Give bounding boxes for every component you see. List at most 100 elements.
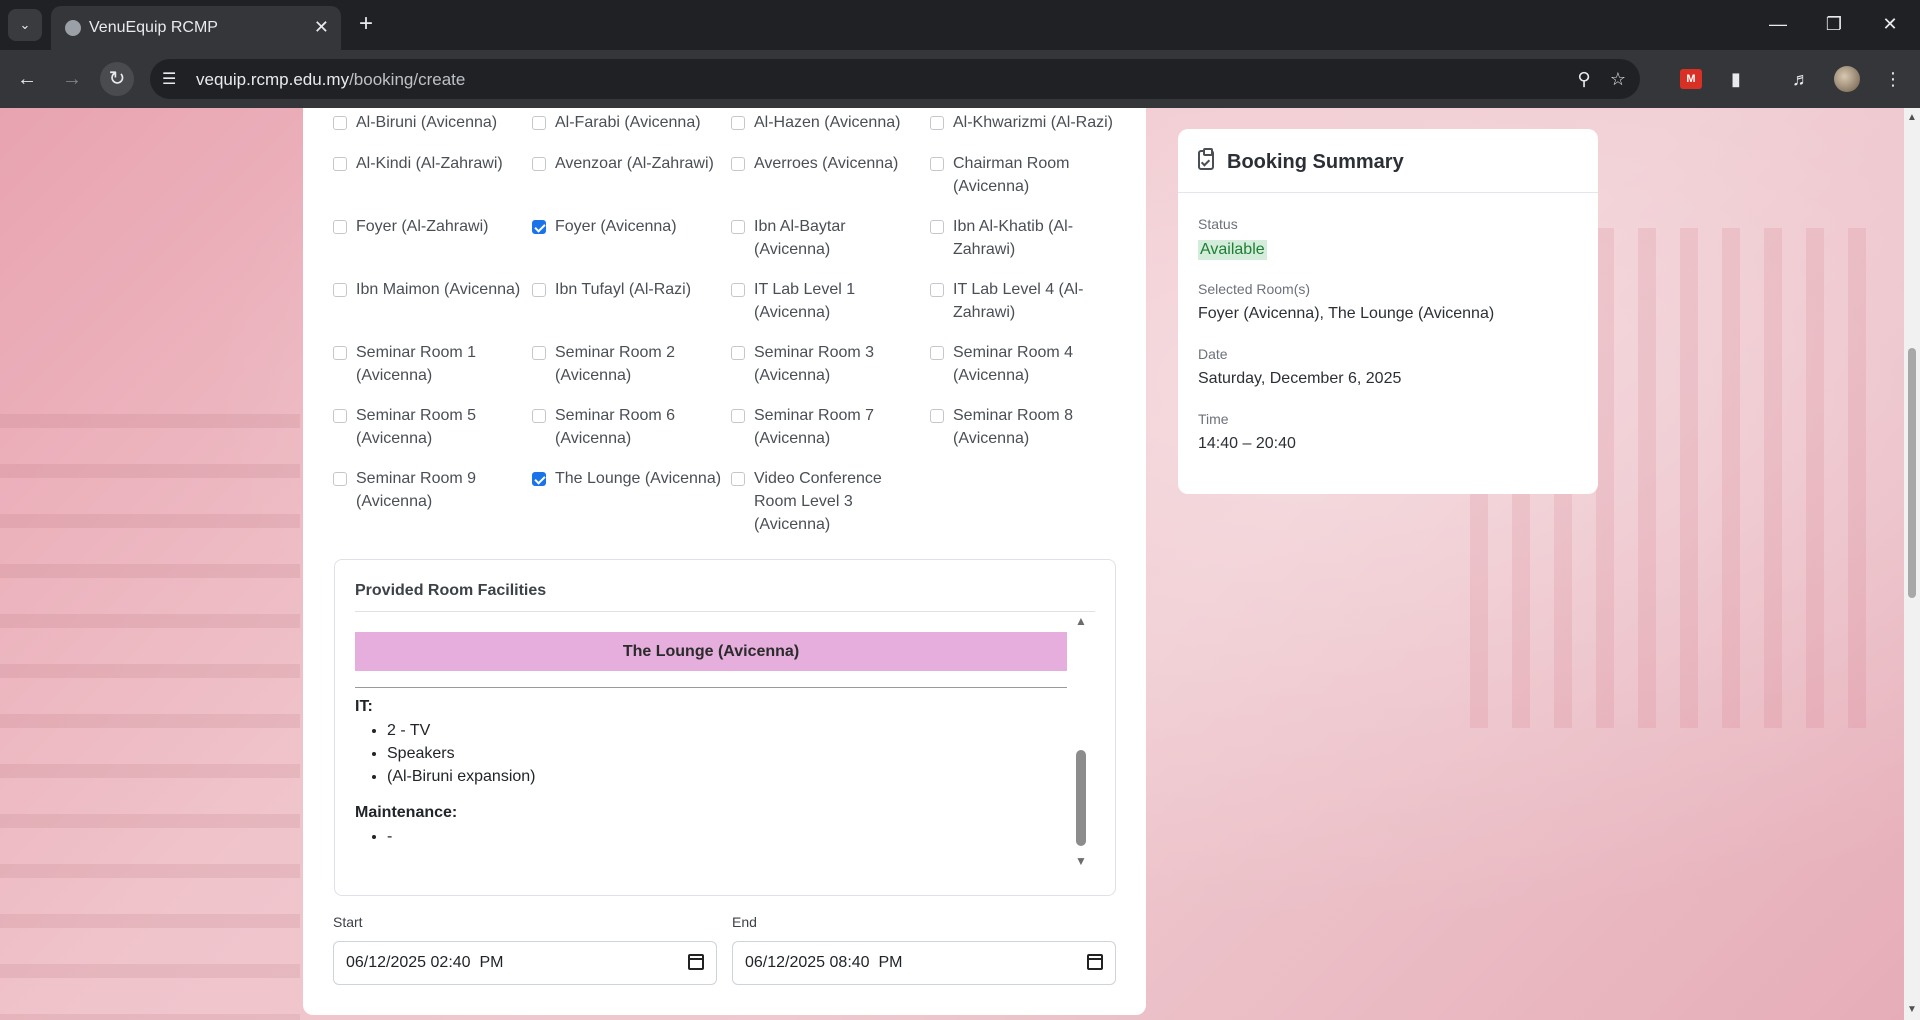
room-option[interactable]: Chairman Room (Avicenna) [930, 152, 1120, 198]
zoom-icon[interactable]: ⚲ [1572, 67, 1596, 91]
room-option[interactable]: Al-Khwarizmi (Al-Razi) [930, 111, 1120, 134]
site-info-icon[interactable]: ☰ [162, 69, 176, 89]
room-option[interactable]: Ibn Tufayl (Al-Razi) [532, 278, 722, 301]
room-option[interactable]: Seminar Room 1 (Avicenna) [333, 341, 523, 387]
time-label: Time [1198, 411, 1229, 427]
scroll-down-icon[interactable]: ▼ [1075, 854, 1087, 868]
start-datetime-input[interactable]: 06/12/2025 02:40 PM [333, 941, 717, 985]
room-checkbox[interactable] [930, 346, 944, 360]
scroll-down-icon[interactable]: ▼ [1907, 1004, 1917, 1015]
browser-tab-bar: ⌄ VenuEquip RCMP ✕ + — ❐ ✕ [0, 0, 1920, 50]
star-icon[interactable]: ☆ [1606, 67, 1630, 91]
room-option[interactable]: IT Lab Level 1 (Avicenna) [731, 278, 921, 324]
room-checkbox[interactable] [930, 409, 944, 423]
page-scrollbar[interactable]: ▲ ▼ [1904, 108, 1920, 1020]
room-option[interactable]: Video Conference Room Level 3 (Avicenna) [731, 467, 921, 536]
room-option[interactable]: Seminar Room 8 (Avicenna) [930, 404, 1120, 450]
room-checkbox[interactable] [532, 157, 546, 171]
start-datetime-value: 06/12/2025 02:40 PM [346, 954, 504, 971]
tab-list-icon[interactable]: ⌄ [8, 9, 42, 41]
room-option[interactable]: Seminar Room 5 (Avicenna) [333, 404, 523, 450]
extension-icon[interactable]: M [1680, 69, 1702, 89]
room-label: Al-Kindi (Al-Zahrawi) [356, 155, 503, 172]
room-checkbox[interactable] [930, 116, 944, 130]
room-checkbox[interactable] [930, 283, 944, 297]
scroll-up-icon[interactable]: ▲ [1907, 112, 1917, 123]
facilities-scroll-area[interactable]: The Lounge (Avicenna) IT: 2 - TV Speaker… [355, 620, 1067, 870]
room-checkbox[interactable] [532, 116, 546, 130]
room-checkbox[interactable] [532, 283, 546, 297]
room-option[interactable]: Avenzoar (Al-Zahrawi) [532, 152, 722, 175]
scroll-thumb[interactable] [1076, 750, 1086, 846]
reload-icon[interactable]: ↻ [100, 62, 134, 96]
room-checkbox[interactable] [930, 220, 944, 234]
room-checkbox[interactable] [731, 283, 745, 297]
room-option[interactable]: Seminar Room 6 (Avicenna) [532, 404, 722, 450]
room-checkbox[interactable] [333, 409, 347, 423]
room-checkbox[interactable] [731, 116, 745, 130]
room-option[interactable]: IT Lab Level 4 (Al-Zahrawi) [930, 278, 1120, 324]
media-icon[interactable]: ♬ [1788, 66, 1814, 92]
facilities-title: Provided Room Facilities [355, 582, 547, 599]
tab-title: VenuEquip RCMP [89, 19, 218, 36]
room-checkbox[interactable] [532, 472, 546, 486]
divider [355, 687, 1067, 688]
list-item: 2 - TV [387, 719, 536, 742]
browser-tab[interactable]: VenuEquip RCMP ✕ [51, 6, 341, 50]
room-checkbox[interactable] [333, 220, 347, 234]
room-option[interactable]: Al-Farabi (Avicenna) [532, 111, 722, 134]
room-checkbox[interactable] [333, 346, 347, 360]
room-checkbox[interactable] [731, 409, 745, 423]
room-option[interactable]: Al-Kindi (Al-Zahrawi) [333, 152, 523, 175]
scroll-up-icon[interactable]: ▲ [1075, 614, 1087, 628]
room-label: Seminar Room 7 (Avicenna) [754, 407, 875, 447]
back-icon[interactable]: ← [10, 62, 44, 96]
room-checkbox[interactable] [731, 157, 745, 171]
minimize-icon[interactable]: — [1758, 10, 1798, 38]
end-datetime-input[interactable]: 06/12/2025 08:40 PM [732, 941, 1116, 985]
room-option[interactable]: Averroes (Avicenna) [731, 152, 921, 175]
room-checkbox[interactable] [731, 472, 745, 486]
background-image [0, 408, 300, 1020]
room-checkbox[interactable] [333, 157, 347, 171]
room-checkbox[interactable] [532, 409, 546, 423]
room-checkbox[interactable] [333, 472, 347, 486]
plus-icon[interactable]: + [352, 10, 380, 38]
room-checkbox[interactable] [731, 220, 745, 234]
calendar-icon[interactable] [688, 954, 704, 970]
room-checkbox[interactable] [532, 346, 546, 360]
restore-icon[interactable]: ❐ [1814, 10, 1854, 38]
room-option[interactable]: Foyer (Al-Zahrawi) [333, 215, 523, 238]
room-option[interactable]: Foyer (Avicenna) [532, 215, 722, 238]
puzzle-icon[interactable]: ▮ [1723, 66, 1749, 92]
room-option[interactable]: Seminar Room 4 (Avicenna) [930, 341, 1120, 387]
room-option[interactable]: Al-Hazen (Avicenna) [731, 111, 921, 134]
room-option[interactable]: Al-Biruni (Avicenna) [333, 111, 523, 134]
room-label: Al-Biruni (Avicenna) [356, 114, 498, 131]
room-checkbox[interactable] [333, 116, 347, 130]
window-close-icon[interactable]: ✕ [1870, 10, 1910, 38]
room-option[interactable]: Seminar Room 3 (Avicenna) [731, 341, 921, 387]
room-checkbox[interactable] [532, 220, 546, 234]
room-option[interactable]: Ibn Al-Khatib (Al-Zahrawi) [930, 215, 1120, 261]
room-checkbox[interactable] [333, 283, 347, 297]
address-bar[interactable]: ☰ vequip.rcmp.edu.my/booking/create ⚲ ☆ [150, 59, 1640, 99]
room-option[interactable]: Seminar Room 9 (Avicenna) [333, 467, 523, 513]
close-icon[interactable]: ✕ [314, 17, 329, 37]
profile-avatar[interactable] [1834, 66, 1860, 92]
room-option[interactable]: The Lounge (Avicenna) [532, 467, 722, 490]
room-option[interactable]: Ibn Al-Baytar (Avicenna) [731, 215, 921, 261]
room-checkbox[interactable] [731, 346, 745, 360]
forward-icon[interactable]: → [55, 62, 89, 96]
room-option[interactable]: Seminar Room 2 (Avicenna) [532, 341, 722, 387]
room-label: Ibn Al-Baytar (Avicenna) [754, 218, 846, 258]
selected-rooms-label: Selected Room(s) [1198, 281, 1311, 297]
room-facilities-panel: Provided Room Facilities The Lounge (Avi… [334, 559, 1116, 896]
scroll-thumb[interactable] [1908, 348, 1916, 598]
room-checkbox[interactable] [930, 157, 944, 171]
room-option[interactable]: Seminar Room 7 (Avicenna) [731, 404, 921, 450]
room-option[interactable]: Ibn Maimon (Avicenna) [333, 278, 523, 301]
menu-icon[interactable]: ⋮ [1880, 66, 1906, 92]
facilities-scrollbar[interactable]: ▲ ▼ [1075, 614, 1087, 870]
calendar-icon[interactable] [1087, 954, 1103, 970]
